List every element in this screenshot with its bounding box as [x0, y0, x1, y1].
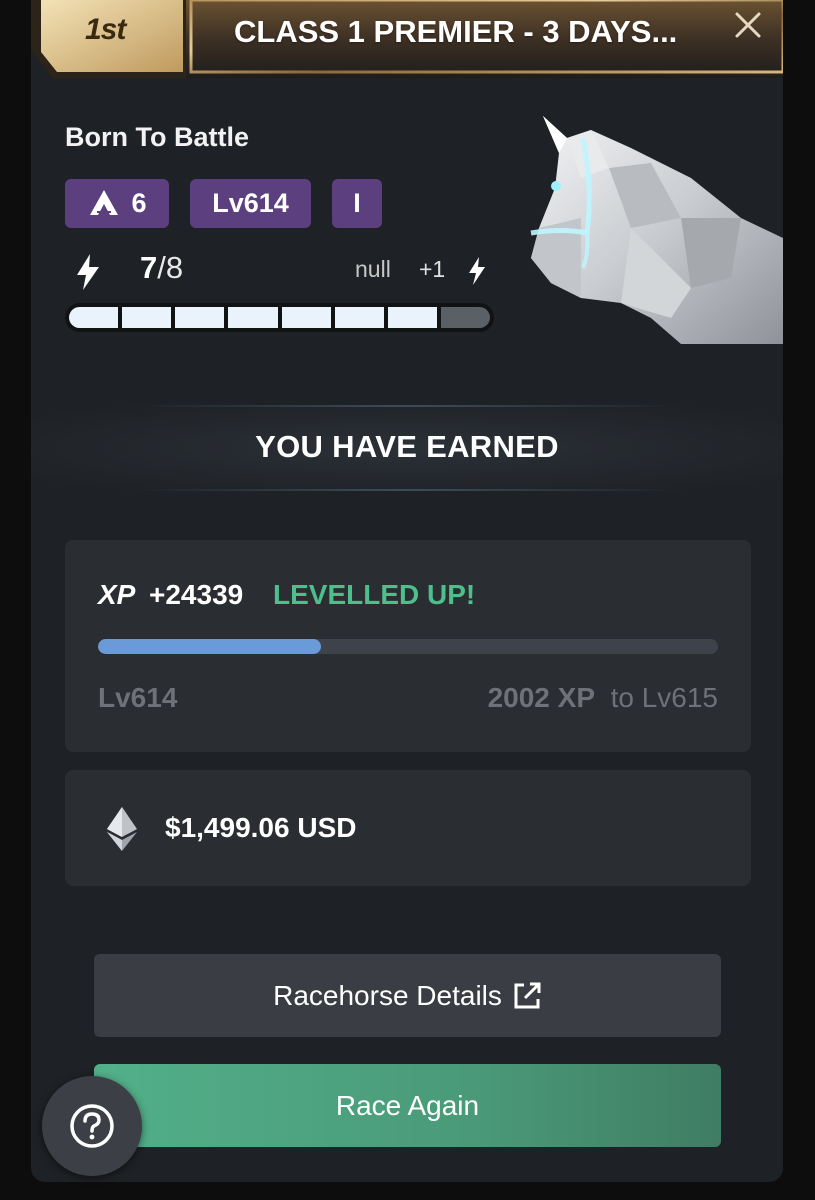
earned-banner: YOU HAVE EARNED: [31, 405, 783, 491]
next-level: to Lv615: [610, 682, 718, 713]
close-icon: [735, 12, 761, 38]
energy-segment-filled: [334, 307, 384, 328]
energy-bar: [65, 303, 494, 332]
question-icon: [70, 1104, 114, 1148]
class-badge: 6: [65, 179, 169, 228]
race-title: CLASS 1 PREMIER - 3 DAYS...: [234, 14, 678, 49]
energy-segment-filled: [228, 307, 278, 328]
class-value: 6: [131, 188, 147, 218]
race-result-panel: 1st CLASS 1 PREMIER - 3 DAYS... Born To …: [31, 0, 783, 1182]
external-link-icon: [514, 982, 541, 1008]
earned-title: YOU HAVE EARNED: [255, 429, 559, 464]
energy-segment-filled: [69, 307, 119, 328]
racehorse-details-button[interactable]: Racehorse Details: [94, 954, 721, 1037]
energy-regen: +1: [419, 256, 446, 282]
energy-max: /8: [157, 250, 184, 285]
energy-segment-filled: [281, 307, 331, 328]
xp-needed-amount: 2002 XP: [487, 682, 596, 713]
tier-badge: I: [332, 179, 382, 228]
energy-segment-filled: [387, 307, 437, 328]
race-again-button[interactable]: Race Again: [94, 1064, 721, 1147]
reward-amount: $1,499.06 USD: [165, 812, 357, 843]
close-button[interactable]: [731, 8, 767, 44]
xp-progress-fill: [98, 639, 322, 654]
xp-needed: 2002 XP to Lv615: [488, 682, 718, 714]
levelled-up-status: LEVELLED UP!: [273, 579, 476, 610]
xp-label: XP: [98, 579, 136, 610]
details-label: Racehorse Details: [273, 979, 502, 1011]
reward-card: $1,499.06 USD: [65, 770, 751, 886]
xp-progress-bar: [98, 639, 718, 654]
xp-card: XP +24339 LEVELLED UP! Lv614 2002 XP to …: [65, 540, 751, 752]
class-icon: [90, 189, 119, 215]
xp-gained: +24339: [149, 579, 244, 610]
energy-segment-filled: [175, 307, 225, 328]
help-button[interactable]: [42, 1076, 142, 1176]
ethereum-icon: [107, 807, 137, 851]
level-badge: Lv614: [190, 179, 311, 228]
horse-portrait: [530, 116, 783, 344]
energy-segment-empty: [440, 307, 490, 328]
current-level: Lv614: [98, 682, 178, 713]
energy-current: 7: [140, 250, 158, 285]
energy-icon: [77, 254, 99, 290]
place-label: 1st: [85, 13, 126, 46]
energy-regen-icon: [469, 257, 485, 285]
horse-name: Born To Battle: [65, 122, 249, 152]
energy-note: null: [355, 256, 391, 282]
energy-count: 7/8: [140, 250, 183, 286]
race-header: 1st CLASS 1 PREMIER - 3 DAYS...: [31, 0, 783, 78]
energy-segment-filled: [122, 307, 172, 328]
